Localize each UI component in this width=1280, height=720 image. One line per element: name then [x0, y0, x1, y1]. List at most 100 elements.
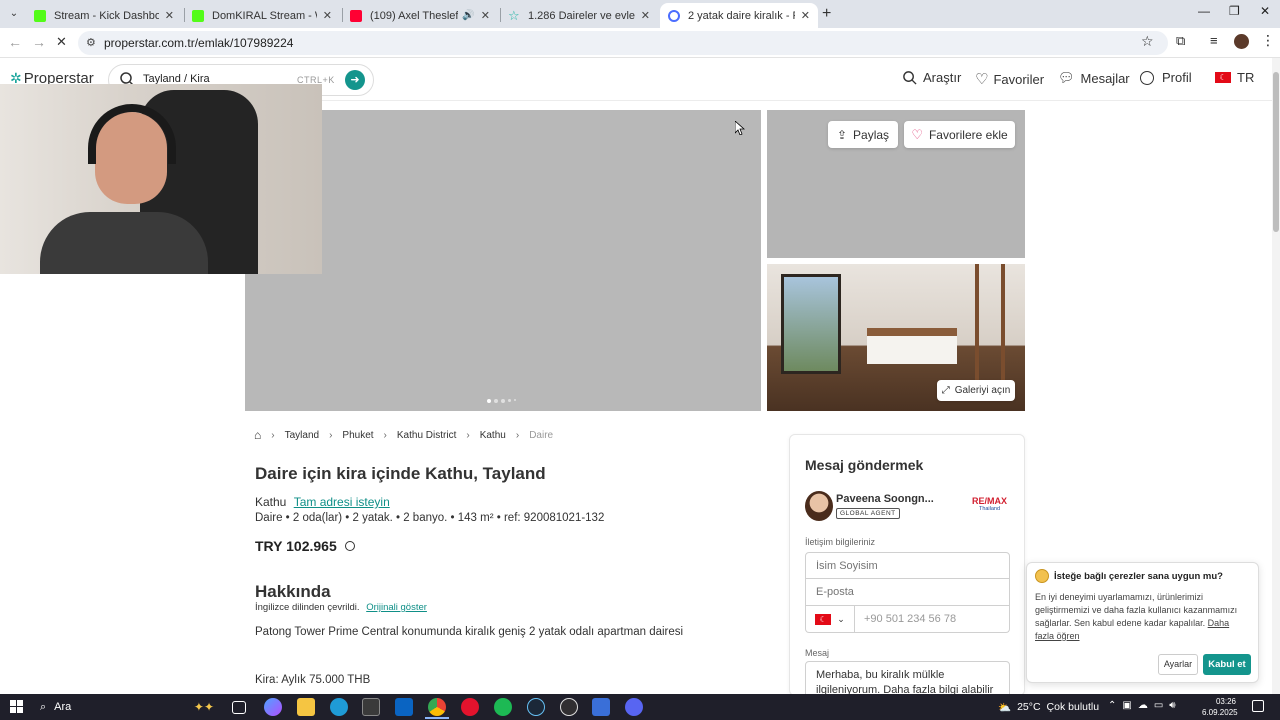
cookie-title: İsteğe bağlı çerezler sana uygun mu?	[1054, 571, 1223, 582]
forward-icon[interactable]: →	[32, 34, 46, 50]
nav-favorites[interactable]: ♡ Favoriler	[975, 70, 1044, 88]
kick-icon	[192, 9, 204, 22]
show-original-link[interactable]: Orijinali göster	[366, 602, 427, 613]
chat-icon: 💬︎	[1058, 70, 1075, 85]
tab-search-icon[interactable]: ⌄	[6, 6, 22, 22]
taskbar-search[interactable]: ⌕ Ara ✦✦	[34, 694, 220, 720]
gallery-main-image[interactable]	[245, 110, 761, 411]
tab-yemeksepeti[interactable]: ☆ 1.286 Daireler ve evler kiralık - Y ✕	[500, 3, 658, 28]
back-icon[interactable]: ←	[8, 34, 22, 50]
outlook-icon[interactable]	[395, 698, 413, 716]
page-scrollbar[interactable]	[1272, 58, 1280, 694]
close-tab-icon[interactable]: ✕	[165, 9, 174, 22]
breadcrumb-item[interactable]: Phuket	[342, 430, 373, 441]
tab-properstar[interactable]: 2 yatak daire kiralık - Propersta ✕	[660, 3, 818, 28]
mouse-cursor-icon	[734, 120, 746, 140]
breadcrumb: ⌂ › Tayland › Phuket › Kathu District › …	[254, 428, 554, 442]
add-favorite-button[interactable]: ♡ Favorilere ekle	[904, 121, 1015, 148]
cookie-banner: İsteğe bağlı çerezler sana uygun mu? En …	[1026, 562, 1259, 683]
cookie-settings-button[interactable]: Ayarlar	[1158, 654, 1198, 675]
address-bar-row: ← → ✕ ⚙ properstar.com.tr/emlak/10798922…	[0, 28, 1280, 58]
notification-icon[interactable]	[1252, 700, 1264, 712]
stop-icon[interactable]: ✕	[56, 34, 67, 50]
tab-kick-dashboard[interactable]: Stream - Kick Dashboard ✕	[26, 3, 182, 28]
turkey-flag-icon: ☾	[1215, 72, 1231, 83]
search-go-button[interactable]: ➜	[345, 70, 365, 90]
tab-youtube[interactable]: (109) Axel Thesleff - Bad Ka 🔊 ✕	[342, 3, 498, 28]
nav-messages[interactable]: 💬︎ Mesajlar	[1058, 70, 1130, 86]
phone-field[interactable]: ☾ ⌄ +90 501 234 56 78	[805, 606, 1010, 633]
windows-start-icon[interactable]	[10, 700, 23, 713]
tab-domkiral-stream[interactable]: DomKIRAL Stream - Watch Live ✕	[184, 3, 340, 28]
windows-taskbar: ⌕ Ara ✦✦ ⛅ 25°C Çok bulutlu ⌃▣☁▭🔊︎ 03:26…	[0, 694, 1280, 720]
user-icon	[1140, 70, 1154, 85]
app-icon[interactable]	[592, 698, 610, 716]
window-image-part	[781, 274, 841, 374]
listing-price: TRY 102.965	[255, 538, 355, 554]
home-icon[interactable]: ⌂	[254, 428, 261, 442]
name-field[interactable]	[805, 552, 1010, 579]
close-window-button[interactable]: ✕	[1260, 4, 1270, 18]
request-address-link[interactable]: Tam adresi isteyin	[294, 495, 390, 509]
close-tab-icon[interactable]: ✕	[641, 9, 650, 22]
file-explorer-icon[interactable]	[297, 698, 315, 716]
email-field[interactable]	[805, 579, 1010, 606]
weather-widget[interactable]: ⛅ 25°C Çok bulutlu	[998, 694, 1099, 720]
open-gallery-button[interactable]: ⤢ Galeriyi açın	[937, 380, 1015, 401]
opera-icon[interactable]	[461, 698, 479, 716]
task-view-icon[interactable]	[232, 701, 246, 714]
spotify-icon[interactable]	[494, 698, 512, 716]
tray-icons[interactable]: ⌃▣☁▭🔊︎	[1108, 700, 1182, 711]
new-tab-button[interactable]: +	[822, 5, 831, 23]
profile-avatar[interactable]	[1234, 34, 1249, 49]
breadcrumb-current: Daire	[529, 429, 554, 441]
url-field[interactable]: ⚙ properstar.com.tr/emlak/107989224	[78, 31, 1168, 55]
message-label: Mesaj	[805, 648, 830, 658]
message-card: Mesaj göndermek Paveena Soongn... GLOBAL…	[789, 434, 1025, 697]
restore-button[interactable]: ❐	[1229, 4, 1240, 18]
edge-icon[interactable]	[330, 698, 348, 716]
listing-description: Patong Tower Prime Central konumunda kir…	[255, 626, 684, 638]
clock[interactable]: 03:26 6.09.2025	[1202, 696, 1238, 718]
weather-icon: ⛅	[998, 701, 1012, 714]
phone-country-select[interactable]: ☾ ⌄	[806, 606, 855, 632]
listing-location: Kathu Tam adresi isteyin	[255, 495, 390, 509]
listing-specs: Daire • 2 oda(lar) • 2 yatak. • 2 banyo.…	[255, 512, 605, 524]
close-tab-icon[interactable]: ✕	[481, 9, 490, 22]
obs-icon[interactable]	[560, 698, 578, 716]
breadcrumb-item[interactable]: Kathu	[480, 430, 506, 441]
speaker-icon[interactable]: 🔊	[462, 10, 474, 21]
agent-avatar	[805, 491, 833, 521]
bookmark-star-icon[interactable]: ☆	[1141, 33, 1154, 50]
search-icon	[903, 71, 917, 85]
currency-info-icon[interactable]	[344, 541, 355, 551]
nav-profile[interactable]: Profil	[1140, 70, 1192, 85]
cookie-text: En iyi deneyimi uyarlamamızı, ürünlerimi…	[1035, 592, 1238, 641]
discord-icon[interactable]	[625, 698, 643, 716]
share-button[interactable]: ⇪ Paylaş	[828, 121, 898, 148]
turkey-flag-icon: ☾	[815, 613, 832, 625]
search-icon: ⌕	[40, 700, 47, 713]
menu-icon[interactable]: ⋮	[1261, 32, 1275, 49]
streamer-body	[40, 212, 208, 274]
minimize-button[interactable]: —	[1198, 4, 1210, 18]
nav-language[interactable]: ☾ TR	[1215, 70, 1254, 85]
star-icon: ☆	[508, 7, 520, 23]
cookie-accept-button[interactable]: Kabul et	[1203, 654, 1251, 675]
close-tab-icon[interactable]: ✕	[323, 9, 332, 22]
extensions-icon[interactable]: ⧉	[1176, 33, 1185, 49]
gallery-dots	[487, 399, 516, 403]
copilot-icon[interactable]	[264, 698, 282, 716]
agent-name[interactable]: Paveena Soongn...	[836, 493, 934, 505]
store-icon[interactable]	[362, 698, 380, 716]
nav-search[interactable]: Araştır	[902, 70, 961, 85]
media-icon[interactable]: ≡	[1210, 33, 1218, 48]
chrome-icon[interactable]	[428, 698, 446, 716]
breadcrumb-item[interactable]: Tayland	[285, 430, 319, 441]
site-info-icon[interactable]: ⚙	[86, 31, 96, 55]
steam-icon[interactable]	[527, 698, 545, 716]
message-textarea[interactable]: Merhaba, bu kiralık mülkle ilgileniyorum…	[805, 661, 1010, 697]
breadcrumb-item[interactable]: Kathu District	[397, 430, 456, 441]
heart-icon: ♡	[975, 71, 989, 88]
close-tab-icon[interactable]: ✕	[801, 9, 810, 22]
